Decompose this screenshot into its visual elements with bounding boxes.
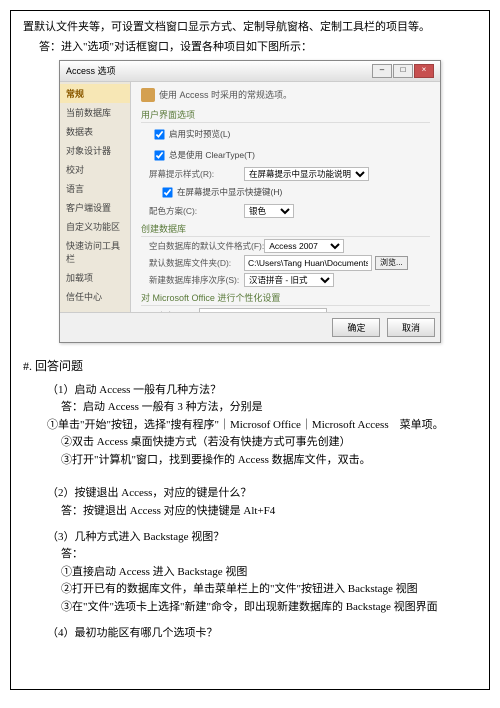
a3: 答： (61, 546, 477, 564)
a1-2: ②双击 Access 桌面快捷方式（若没有快捷方式可事先创建） (61, 434, 477, 452)
sidebar-item-proofing[interactable]: 校对 (60, 160, 130, 179)
screentip-label: 屏幕提示样式(R): (149, 168, 244, 180)
panel-header: 使用 Access 时采用的常规选项。 (141, 88, 430, 102)
a2: 答：按键退出 Access 对应的快捷键是 Alt+F4 (61, 503, 477, 521)
sort-label: 新建数据库排序次序(S): (149, 274, 244, 286)
a1: 答：启动 Access 一般有 3 种方法，分别是 (61, 399, 477, 417)
sidebar-item-qat[interactable]: 快速访问工具栏 (60, 236, 130, 268)
sidebar-item-ribbon[interactable]: 自定义功能区 (60, 217, 130, 236)
a1-3: ③打开"计算机"窗口，找到要操作的 Access 数据库文件，双击。 (61, 452, 477, 470)
sidebar-item-general[interactable]: 常规 (60, 84, 130, 103)
format-select[interactable]: Access 2007 (264, 239, 344, 253)
sidebar-item-datasheet[interactable]: 数据表 (60, 122, 130, 141)
panel-title: 使用 Access 时采用的常规选项。 (159, 88, 292, 101)
ok-button[interactable]: 确定 (332, 318, 380, 337)
dialog-body: 常规 当前数据库 数据表 对象设计器 校对 语言 客户端设置 自定义功能区 快速… (60, 82, 440, 312)
a3-3: ③在"文件"选项卡上选择"新建"命令，即出现新建数据库的 Backstage 视… (61, 599, 477, 617)
sort-select[interactable]: 汉语拼音 - 旧式 (244, 273, 334, 287)
section-heading: #. 回答问题 (23, 357, 477, 374)
qa-block: （1）启动 Access 一般有几种方法？ 答：启动 Access 一般有 3 … (47, 382, 477, 643)
dialog-titlebar: Access 选项 – □ × (60, 61, 440, 82)
cb-shortcut[interactable] (162, 187, 172, 197)
a3-2: ②打开已有的数据库文件，单击菜单栏上的"文件"按钮进入 Backstage 视图 (61, 581, 477, 599)
folder-label: 默认数据库文件夹(D): (149, 257, 244, 269)
answer-lead: 答：进入"选项"对话框窗口，设置各种项目如下图所示： (39, 38, 477, 54)
sidebar-item-trust[interactable]: 信任中心 (60, 287, 130, 306)
color-select[interactable]: 银色 (244, 204, 294, 218)
options-panel: 使用 Access 时采用的常规选项。 用户界面选项 启用实时预览(L) 总是使… (131, 82, 440, 312)
a3-1: ①直接启动 Access 进入 Backstage 视图 (61, 564, 477, 582)
intro-text: 置默认文件夹等，可设置文档窗口显示方式、定制导航窗格、定制工具栏的项目等。 (23, 19, 477, 36)
sidebar-item-designer[interactable]: 对象设计器 (60, 141, 130, 160)
sidebar-item-currentdb[interactable]: 当前数据库 (60, 103, 130, 122)
folder-input[interactable] (244, 255, 372, 271)
browse-button[interactable]: 浏览... (375, 256, 408, 270)
options-dialog: Access 选项 – □ × 常规 当前数据库 数据表 对象设计器 校对 语言… (59, 60, 441, 343)
screentip-select[interactable]: 在屏幕提示中显示功能说明 (244, 167, 369, 181)
cb-livepreview[interactable] (154, 129, 164, 139)
cancel-button[interactable]: 取消 (387, 318, 435, 337)
q3: （3）几种方式进入 Backstage 视图？ (47, 529, 477, 547)
q1: （1）启动 Access 一般有几种方法？ (47, 382, 477, 400)
maximize-icon[interactable]: □ (393, 64, 413, 78)
close-icon[interactable]: × (414, 64, 434, 78)
document-page: 置默认文件夹等，可设置文档窗口显示方式、定制导航窗格、定制工具栏的项目等。 答：… (10, 10, 490, 690)
username-label: 用户名(U): (149, 310, 199, 312)
cb-cleartype-label: 总是使用 ClearType(T) (169, 149, 255, 161)
format-label: 空白数据库的默认文件格式(F): (149, 240, 264, 252)
sidebar-item-client[interactable]: 客户端设置 (60, 198, 130, 217)
section-createdb: 创建数据库 (141, 222, 430, 237)
q2: （2）按键退出 Access，对应的键是什么？ (47, 485, 477, 503)
section-ui: 用户界面选项 (141, 108, 430, 123)
cb-cleartype[interactable] (154, 150, 164, 160)
sidebar-item-language[interactable]: 语言 (60, 179, 130, 198)
dialog-footer: 确定 取消 (60, 312, 440, 342)
color-label: 配色方案(C): (149, 205, 244, 217)
cb-shortcut-label: 在屏幕提示中显示快捷键(H) (177, 186, 282, 198)
username-input[interactable] (199, 308, 327, 312)
window-buttons: – □ × (372, 64, 434, 78)
section-personal: 对 Microsoft Office 进行个性化设置 (141, 291, 430, 306)
a1-1: ①单击"开始"按钮，选择"搜有程序"｜Microsof Office｜Micro… (47, 417, 477, 435)
minimize-icon[interactable]: – (372, 64, 392, 78)
q4: （4）最初功能区有哪几个选项卡？ (47, 625, 477, 643)
cb-livepreview-label: 启用实时预览(L) (169, 128, 230, 140)
settings-icon (141, 88, 155, 102)
dialog-title: Access 选项 (66, 64, 372, 77)
sidebar-item-addins[interactable]: 加载项 (60, 268, 130, 287)
options-sidebar: 常规 当前数据库 数据表 对象设计器 校对 语言 客户端设置 自定义功能区 快速… (60, 82, 131, 312)
